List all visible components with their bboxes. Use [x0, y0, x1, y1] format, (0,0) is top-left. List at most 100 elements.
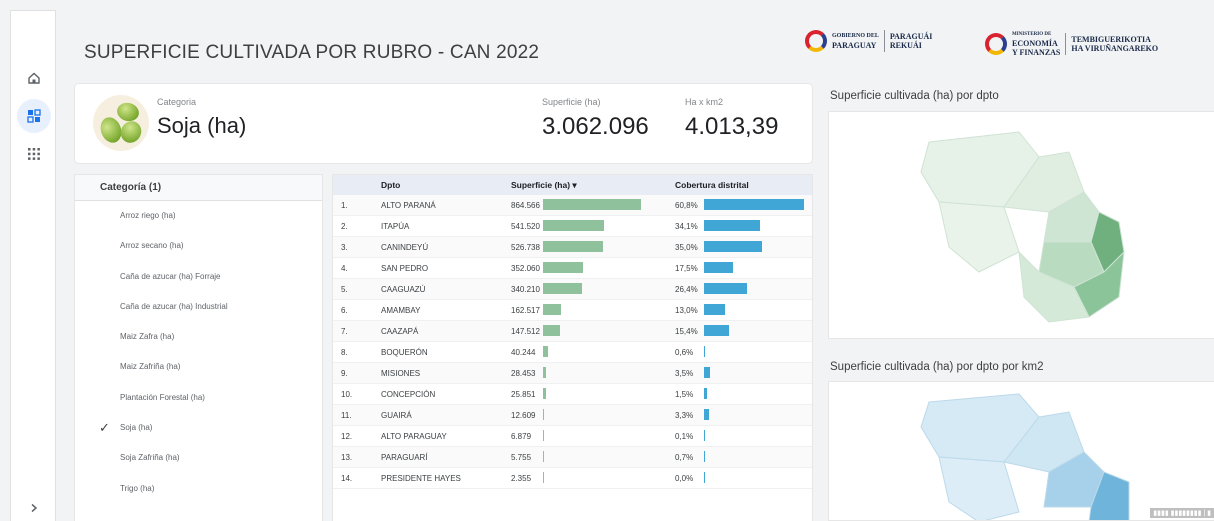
superficie-bar — [543, 283, 582, 294]
col-dpto[interactable]: Dpto — [381, 180, 400, 190]
superficie-bar — [543, 451, 544, 462]
col-cobertura[interactable]: Cobertura distrital — [675, 180, 749, 190]
category-item[interactable]: Caña de azucar (ha) Industrial — [75, 292, 322, 322]
superficie-bar — [543, 304, 562, 315]
row-index: 10. — [341, 390, 353, 399]
map2-panel[interactable]: ▮▮▮▮ ▮▮▮▮▮▮▮▮ | ▮ — [828, 381, 1214, 521]
row-dpto: GUAIRÁ — [381, 411, 412, 420]
logo1-line4: REKUÁI — [889, 41, 922, 50]
row-dpto: CONCEPCIÓN — [381, 390, 436, 399]
cobertura-bar — [704, 472, 705, 483]
row-dpto: MISIONES — [381, 369, 421, 378]
category-item-label: Arroz secano (ha) — [120, 241, 184, 251]
table-row[interactable]: 1. ALTO PARANÁ 864.566 60,8% — [333, 195, 812, 216]
col-superficie[interactable]: Superficie (ha) ▾ — [511, 180, 577, 191]
table-row[interactable]: 12. ALTO PARAGUAY 6.879 0,1% — [333, 426, 812, 447]
category-item[interactable]: Plantación Forestal (ha) — [75, 383, 322, 413]
table-row[interactable]: 3. CANINDEYÚ 526.738 35,0% — [333, 237, 812, 258]
dashboard-icon[interactable] — [17, 99, 51, 133]
table-row[interactable]: 2. ITAPÚA 541.520 34,1% — [333, 216, 812, 237]
category-item-label: Arroz riego (ha) — [120, 211, 176, 220]
category-item-label: Maiz Zafra (ha) — [120, 332, 175, 342]
soybean-image — [93, 95, 149, 151]
table-row[interactable]: 5. CAAGUAZÚ 340.210 26,4% — [333, 279, 812, 300]
row-dpto: CAAZAPÁ — [381, 327, 419, 336]
category-item[interactable]: Maiz Zafra (ha) — [75, 322, 322, 352]
row-cobertura: 0,7% — [675, 453, 694, 462]
category-item[interactable]: ✓ Soja (ha) — [75, 413, 322, 443]
row-cobertura: 15,4% — [675, 327, 698, 336]
table-body: 1. ALTO PARANÁ 864.566 60,8% 2. ITAPÚA 541.520… — [333, 195, 812, 489]
gobierno-emblem-icon — [805, 30, 827, 52]
cobertura-bar — [704, 262, 733, 273]
category-item[interactable]: Soja Zafriña (ha) — [75, 443, 322, 473]
superficie-bar — [543, 409, 545, 420]
category-item[interactable]: Maiz Zafriña (ha) — [75, 352, 322, 382]
cobertura-bar — [704, 199, 804, 210]
superficie-bar — [543, 388, 546, 399]
row-cobertura: 1,5% — [675, 390, 694, 399]
page-title: SUPERFICIE CULTIVADA POR RUBRO - CAN 202… — [84, 42, 540, 63]
row-superficie: 147.512 — [511, 327, 540, 336]
logo2-line4: TEMBIGUERIKOTIA — [1071, 34, 1151, 44]
logo1-line2: PARAGUAY — [832, 41, 877, 50]
row-cobertura: 34,1% — [675, 222, 698, 231]
row-superficie: 25.851 — [511, 390, 536, 399]
checkmark-icon: ✓ — [99, 420, 110, 436]
row-cobertura: 0,0% — [675, 474, 694, 483]
kpi-card: Categoria Soja (ha) Superficie (ha) 3.06… — [75, 84, 812, 163]
table-row[interactable]: 10. CONCEPCIÓN 25.851 1,5% — [333, 384, 812, 405]
row-index: 4. — [341, 264, 348, 273]
row-cobertura: 3,3% — [675, 411, 694, 420]
row-index: 1. — [341, 201, 348, 210]
map1-shape — [920, 131, 1125, 323]
mef-logo: MINISTERIO DE ECONOMÍA Y FINANZAS TEMBIG… — [985, 30, 1158, 57]
row-superficie: 28.453 — [511, 369, 536, 378]
table-row[interactable]: 8. BOQUERÓN 40.244 0,6% — [333, 342, 812, 363]
category-item-label: Plantación Forestal (ha) — [120, 392, 205, 402]
chevron-right-icon[interactable] — [17, 491, 51, 521]
home-icon[interactable] — [17, 61, 51, 95]
row-superficie: 541.520 — [511, 222, 540, 231]
cobertura-bar — [704, 241, 762, 252]
category-item[interactable]: Caña de azucar (ha) Forraje — [75, 262, 322, 292]
left-nav-rail — [10, 10, 56, 521]
map1-title: Superficie cultivada (ha) por dpto — [830, 90, 999, 102]
table-row[interactable]: 6. AMAMBAY 162.517 13,0% — [333, 300, 812, 321]
row-index: 9. — [341, 369, 348, 378]
category-item-label: Caña de azucar (ha) Industrial — [120, 301, 228, 311]
category-item-label: Caña de azucar (ha) Forraje — [120, 271, 221, 281]
category-item[interactable]: Arroz riego (ha) — [75, 201, 322, 231]
category-item-label: Maiz Zafriña (ha) — [120, 362, 181, 372]
row-cobertura: 13,0% — [675, 306, 698, 315]
row-superficie: 340.210 — [511, 285, 540, 294]
row-dpto: BOQUERÓN — [381, 348, 428, 357]
category-item[interactable]: Arroz secano (ha) — [75, 231, 322, 261]
table-row[interactable]: 9. MISIONES 28.453 3,5% — [333, 363, 812, 384]
apps-grid-icon[interactable] — [17, 137, 51, 171]
row-index: 14. — [341, 474, 353, 483]
row-index: 5. — [341, 285, 348, 294]
category-label: Categoria — [157, 97, 197, 107]
cobertura-bar — [704, 346, 705, 357]
map1-panel[interactable] — [828, 111, 1214, 339]
table-row[interactable]: 13. PARAGUARÍ 5.755 0,7% — [333, 447, 812, 468]
row-index: 6. — [341, 306, 348, 315]
table-row[interactable]: 4. SAN PEDRO 352.060 17,5% — [333, 258, 812, 279]
superficie-bar — [543, 430, 544, 441]
logo2-line5: HA VIRUÑANGAREKO — [1071, 43, 1159, 53]
category-filter-header[interactable]: Categoría (1) — [75, 175, 322, 201]
map-attribution[interactable]: ▮▮▮▮ ▮▮▮▮▮▮▮▮ | ▮ — [1150, 508, 1214, 518]
category-value: Soja (ha) — [157, 113, 247, 138]
superficie-bar — [543, 346, 548, 357]
table-row[interactable]: 11. GUAIRÁ 12.609 3,3% — [333, 405, 812, 426]
ha-km2-value: 4.013,39 — [685, 113, 779, 140]
category-item[interactable]: Trigo (ha) — [75, 474, 322, 504]
mef-emblem-icon — [985, 32, 1007, 55]
logo2-line3: Y FINANZAS — [1012, 48, 1061, 57]
category-item-label: Soja Zafriña (ha) — [120, 453, 180, 463]
row-index: 12. — [341, 432, 353, 441]
table-row[interactable]: 7. CAAZAPÁ 147.512 15,4% — [333, 321, 812, 342]
table-row[interactable]: 14. PRESIDENTE HAYES 2.355 0,0% — [333, 468, 812, 489]
superficie-bar — [543, 472, 544, 483]
